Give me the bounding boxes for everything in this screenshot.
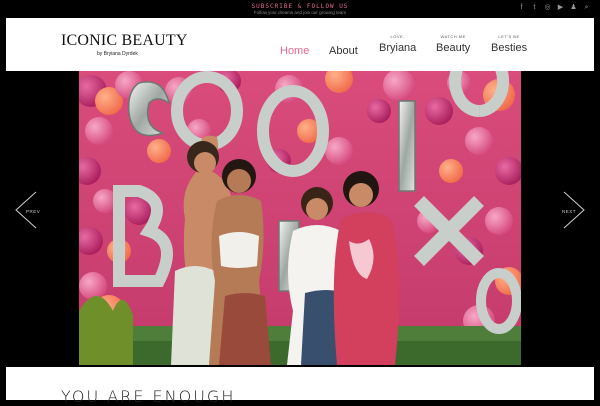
slide-photo	[79, 71, 521, 365]
nav-item-bryiana-label: Bryiana	[379, 42, 417, 54]
twitter-icon[interactable]: t	[531, 4, 538, 12]
social-icons: f t ◎ ▶ ♟ ⌕	[518, 4, 590, 12]
nav-item-besties[interactable]: LET'S BE Besties	[491, 34, 527, 54]
logo-byline: by Bryiana Dyrdek	[97, 51, 138, 57]
post-card: YOU ARE ENOUGH	[6, 367, 594, 406]
nav-item-about[interactable]: About	[329, 37, 358, 57]
nav-item-home[interactable]: Home	[280, 37, 309, 57]
post-title[interactable]: YOU ARE ENOUGH	[61, 387, 235, 406]
nav-item-besties-label: Besties	[491, 42, 528, 54]
subscribe-heading[interactable]: SUBSCRIBE & FOLLOW US	[0, 3, 600, 10]
top-bar: SUBSCRIBE & FOLLOW US Follow your dreams…	[0, 0, 600, 18]
nav-item-bryiana-eyebrow: LOVE,	[390, 34, 405, 39]
subscribe-tagline: Follow your dreams and join our growing …	[253, 10, 347, 15]
site-header: ICONIC BEAUTY by Bryiana Dyrdek Home Abo…	[6, 18, 594, 71]
next-label[interactable]: NEXT	[562, 209, 576, 214]
prev-label[interactable]: PREV	[26, 209, 40, 214]
snapchat-icon[interactable]: ♟	[570, 4, 577, 12]
nav-item-home-label: Home	[280, 45, 310, 57]
nav-item-beauty-label: Beauty	[436, 42, 471, 54]
nav-item-beauty-eyebrow: WATCH ME	[440, 34, 466, 39]
nav-item-besties-eyebrow: LET'S BE	[498, 34, 520, 39]
nav-item-beauty[interactable]: WATCH ME Beauty	[436, 34, 470, 54]
nav-item-about-label: About	[329, 45, 358, 57]
youtube-icon[interactable]: ▶	[557, 4, 564, 12]
nav-item-home-eyebrow	[280, 37, 309, 45]
search-icon[interactable]: ⌕	[583, 4, 590, 12]
site-logo[interactable]: ICONIC BEAUTY	[61, 32, 188, 50]
featured-slide-image[interactable]	[79, 71, 521, 365]
instagram-icon[interactable]: ◎	[544, 4, 551, 12]
facebook-icon[interactable]: f	[518, 4, 525, 12]
nav-item-about-eyebrow	[329, 37, 358, 45]
nav-item-bryiana[interactable]: LOVE, Bryiana	[379, 34, 416, 54]
